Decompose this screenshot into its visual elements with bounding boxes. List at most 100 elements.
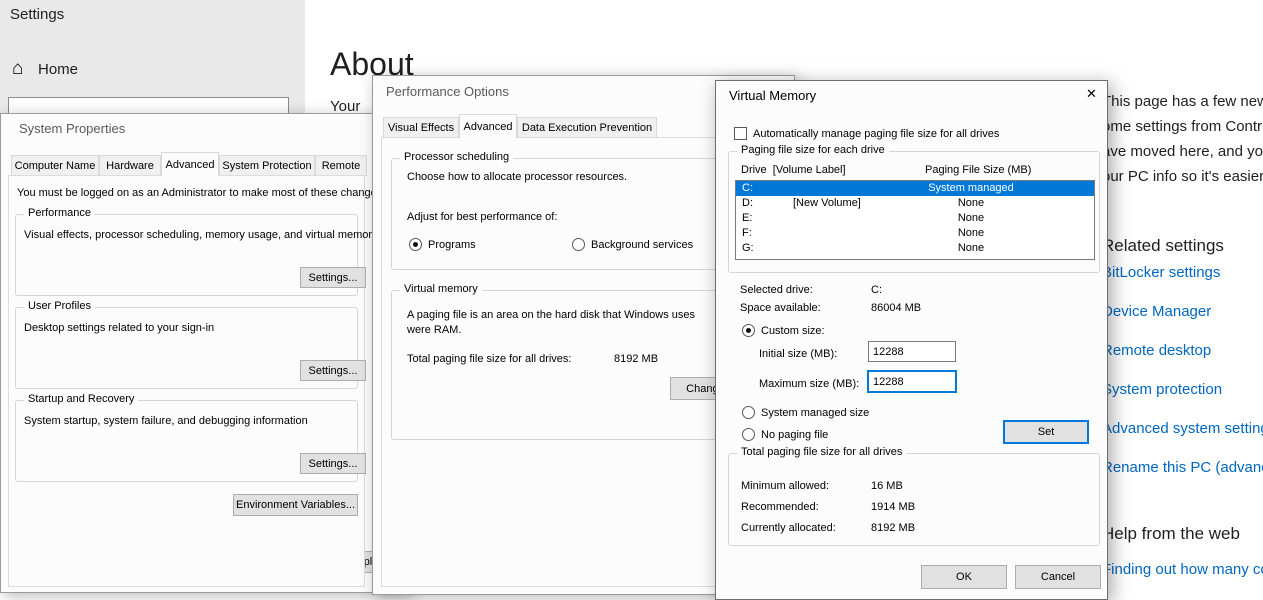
selected-drive-label: Selected drive: xyxy=(740,284,813,296)
background-services-radio[interactable] xyxy=(572,238,585,251)
virtual-memory-title: Virtual Memory xyxy=(729,88,816,103)
info-line: our PC info so it's easier xyxy=(1102,168,1263,185)
no-paging-file-radio[interactable] xyxy=(742,428,755,441)
background-services-radio-label: Background services xyxy=(591,239,693,251)
help-from-web-heading: Help from the web xyxy=(1102,524,1240,544)
no-paging-file-radio-label: No paging file xyxy=(761,429,828,441)
recommended-value: 1914 MB xyxy=(871,501,915,513)
link-advanced-system-settings[interactable]: Advanced system settings xyxy=(1102,420,1263,437)
performance-group-title: Performance xyxy=(24,207,95,219)
space-available-value: 86004 MB xyxy=(871,302,921,314)
drive-row-d[interactable]: D: [New Volume] None xyxy=(736,196,1094,211)
paging-file-size-group: Paging file size for each drive Drive [V… xyxy=(728,151,1100,273)
link-finding-out-cores[interactable]: Finding out how many co xyxy=(1102,561,1263,578)
drive-row-g[interactable]: G: None xyxy=(736,241,1094,256)
currently-allocated-label: Currently allocated: xyxy=(741,522,836,534)
drive-paging-size: None xyxy=(896,226,1046,241)
drive-listbox[interactable]: C: System managed D: [New Volume] None E… xyxy=(735,180,1095,260)
tab-remote[interactable]: Remote xyxy=(315,155,367,176)
close-icon[interactable]: ✕ xyxy=(1075,81,1108,107)
selected-drive-value: C: xyxy=(871,284,882,296)
space-available-label: Space available: xyxy=(740,302,821,314)
link-rename-this-pc[interactable]: Rename this PC (advanced xyxy=(1102,459,1263,476)
tab-perf-advanced[interactable]: Advanced xyxy=(459,114,517,138)
initial-size-label: Initial size (MB): xyxy=(759,348,837,360)
info-line: ave moved here, and yo xyxy=(1102,143,1263,160)
processor-scheduling-line1: Choose how to allocate processor resourc… xyxy=(407,171,627,183)
total-paging-label: Total paging file size for all drives: xyxy=(407,353,571,365)
tab-hardware[interactable]: Hardware xyxy=(99,155,161,176)
virtual-memory-dialog: Virtual Memory ✕ Automatically manage pa… xyxy=(715,80,1108,600)
sidebar-item-home[interactable]: ⌂ Home xyxy=(12,58,132,84)
processor-scheduling-group-title: Processor scheduling xyxy=(400,151,513,163)
user-profiles-group: User Profiles Desktop settings related t… xyxy=(15,307,358,389)
tab-system-protection[interactable]: System Protection xyxy=(219,155,315,176)
performance-options-title: Performance Options xyxy=(386,84,509,99)
drive-letter: C: xyxy=(742,181,753,196)
virtual-memory-description-line1: A paging file is an area on the hard dis… xyxy=(407,309,695,321)
home-icon: ⌂ xyxy=(12,58,23,80)
virtual-memory-description-line2: were RAM. xyxy=(407,324,461,336)
performance-group: Performance Visual effects, processor sc… xyxy=(15,214,358,296)
custom-size-radio[interactable] xyxy=(742,324,755,337)
link-bitlocker-settings[interactable]: BitLocker settings xyxy=(1102,264,1220,281)
virtual-memory-group-title: Virtual memory xyxy=(400,283,482,295)
tab-computer-name[interactable]: Computer Name xyxy=(11,155,99,176)
startup-recovery-settings-button[interactable]: Settings... xyxy=(300,453,366,474)
drive-row-c[interactable]: C: System managed xyxy=(736,181,1094,196)
custom-size-radio-label: Custom size: xyxy=(761,325,825,337)
drive-row-f[interactable]: F: None xyxy=(736,226,1094,241)
drive-paging-size: None xyxy=(896,211,1046,226)
drive-letter: F: xyxy=(742,226,752,241)
sidebar-item-home-label: Home xyxy=(38,61,78,78)
link-device-manager[interactable]: Device Manager xyxy=(1102,303,1211,320)
user-profiles-group-title: User Profiles xyxy=(24,300,95,312)
auto-manage-checkbox[interactable] xyxy=(734,127,747,140)
link-remote-desktop[interactable]: Remote desktop xyxy=(1102,342,1211,359)
auto-manage-checkbox-label: Automatically manage paging file size fo… xyxy=(753,128,999,140)
maximum-size-label: Maximum size (MB): xyxy=(759,378,859,390)
programs-radio-label: Programs xyxy=(428,239,476,251)
set-button[interactable]: Set xyxy=(1003,420,1089,444)
user-profiles-group-description: Desktop settings related to your sign-in xyxy=(24,322,214,334)
drive-volume-label: [New Volume] xyxy=(793,196,861,211)
admin-note: You must be logged on as an Administrato… xyxy=(17,187,385,199)
startup-recovery-group-description: System startup, system failure, and debu… xyxy=(24,415,308,427)
drive-letter: E: xyxy=(742,211,752,226)
totals-group-title: Total paging file size for all drives xyxy=(737,446,906,458)
drive-letter: G: xyxy=(742,241,754,256)
minimum-allowed-label: Minimum allowed: xyxy=(741,480,829,492)
link-system-protection[interactable]: System protection xyxy=(1102,381,1222,398)
vm-ok-button[interactable]: OK xyxy=(921,565,1007,589)
drive-paging-size: System managed xyxy=(896,181,1046,196)
tab-visual-effects[interactable]: Visual Effects xyxy=(383,117,459,138)
system-managed-size-radio[interactable] xyxy=(742,406,755,419)
tab-data-execution-prevention[interactable]: Data Execution Prevention xyxy=(517,117,657,138)
info-line: This page has a few new s xyxy=(1102,93,1263,110)
totals-group: Total paging file size for all drives Mi… xyxy=(728,453,1100,546)
environment-variables-button[interactable]: Environment Variables... xyxy=(233,494,358,516)
system-properties-dialog: System Properties Computer Name Hardware… xyxy=(0,113,410,593)
paging-file-size-group-title: Paging file size for each drive xyxy=(737,144,889,156)
programs-radio[interactable] xyxy=(409,238,422,251)
performance-settings-button[interactable]: Settings... xyxy=(300,267,366,288)
system-managed-size-radio-label: System managed size xyxy=(761,407,869,419)
vm-cancel-button[interactable]: Cancel xyxy=(1015,565,1101,589)
system-properties-title: System Properties xyxy=(19,121,125,136)
drive-paging-size: None xyxy=(896,241,1046,256)
column-header-paging-size: Paging File Size (MB) xyxy=(925,164,1031,176)
startup-recovery-group-title: Startup and Recovery xyxy=(24,393,138,405)
performance-group-description: Visual effects, processor scheduling, me… xyxy=(24,229,378,241)
total-paging-value: 8192 MB xyxy=(614,353,658,365)
initial-size-input[interactable] xyxy=(868,341,956,362)
tab-advanced[interactable]: Advanced xyxy=(161,152,219,176)
drive-row-e[interactable]: E: None xyxy=(736,211,1094,226)
related-settings-heading: Related settings xyxy=(1102,236,1224,256)
drive-letter: D: xyxy=(742,196,753,211)
maximum-size-input[interactable] xyxy=(868,371,956,392)
startup-recovery-group: Startup and Recovery System startup, sys… xyxy=(15,400,358,482)
processor-scheduling-line2: Adjust for best performance of: xyxy=(407,211,557,223)
user-profiles-settings-button[interactable]: Settings... xyxy=(300,360,366,381)
info-line: ome settings from Contr xyxy=(1102,118,1262,135)
settings-window-title: Settings xyxy=(10,6,64,23)
